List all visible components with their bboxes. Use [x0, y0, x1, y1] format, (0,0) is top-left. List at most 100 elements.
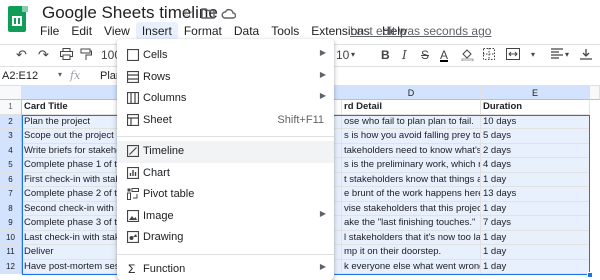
font-size-field[interactable]: 10 — [336, 48, 349, 62]
menu-item-chart[interactable]: Chart — [117, 163, 334, 185]
menu-item-sheet[interactable]: Sheet Shift+F11 — [117, 110, 334, 132]
menu-view[interactable]: View — [98, 22, 136, 40]
row-header[interactable]: 12 — [0, 259, 22, 274]
cloud-status-icon[interactable] — [221, 6, 237, 22]
cell-card-detail[interactable]: mp it on their doorstep. — [342, 245, 481, 260]
row-header[interactable]: 11 — [0, 245, 22, 260]
menu-edit[interactable]: Edit — [65, 22, 98, 40]
paint-format-icon[interactable] — [80, 48, 92, 64]
column-header-next[interactable] — [590, 86, 600, 100]
menu-insert[interactable]: Insert — [135, 22, 178, 40]
cell-duration[interactable]: 7 days — [481, 216, 590, 231]
text-color-button[interactable]: A — [440, 48, 448, 62]
row-header[interactable]: 2 — [0, 114, 22, 129]
row-header[interactable]: 8 — [0, 201, 22, 216]
star-icon[interactable]: ☆ — [181, 5, 194, 22]
merge-chevron-icon[interactable]: ▾ — [531, 50, 535, 59]
row-header[interactable]: 6 — [0, 172, 22, 187]
borders-icon[interactable] — [483, 48, 495, 63]
name-box[interactable]: A2:E12 — [2, 70, 60, 82]
function-sigma-icon: Σ — [128, 261, 136, 276]
row-header[interactable]: 9 — [0, 216, 22, 231]
align-chevron-icon[interactable]: ▾ — [565, 50, 569, 59]
menu-item-columns[interactable]: Columns ▶ — [117, 88, 334, 110]
cell-card-detail[interactable]: l stakeholders that it's now too late to — [342, 230, 481, 245]
bold-button[interactable]: B — [381, 48, 390, 62]
move-folder-icon[interactable] — [201, 6, 215, 22]
cell-card-detail[interactable]: ake the "last finishing touches." — [342, 216, 481, 231]
menu-item-label: Image — [143, 209, 174, 222]
undo-icon[interactable]: ↶ — [16, 47, 27, 63]
menu-item-label: Function — [143, 262, 186, 275]
redo-icon[interactable]: ↷ — [38, 47, 49, 63]
cell-card-detail[interactable]: ose who fail to plan plan to fail. — [342, 114, 481, 129]
cell-duration[interactable]: 1 day — [481, 230, 590, 245]
cell-card-detail[interactable]: s is the preliminary work, which needs — [342, 158, 481, 173]
cell-duration[interactable]: 1 day — [481, 172, 590, 187]
cell-duration[interactable]: 2 days — [481, 143, 590, 158]
cell-card-detail[interactable]: s is how you avoid falling prey to scop — [342, 129, 481, 144]
insert-dropdown-menu: Cells ▶ Rows ▶ Columns ▶ Sheet Shift+F11… — [117, 39, 334, 280]
menu-item-function[interactable]: Σ Function ▶ — [117, 259, 334, 280]
merge-cells-icon[interactable] — [506, 48, 520, 63]
select-all-corner[interactable] — [0, 86, 22, 100]
row-header[interactable]: 1 — [0, 100, 22, 115]
row-header[interactable]: 5 — [0, 158, 22, 173]
align-left-icon[interactable] — [551, 48, 563, 62]
cell-duration[interactable]: 1 day — [481, 245, 590, 260]
name-box-chevron-icon[interactable]: ▾ — [58, 70, 62, 79]
row-header[interactable]: 10 — [0, 230, 22, 245]
insert-columns-icon — [126, 91, 140, 105]
cell-duration[interactable]: 4 days — [481, 158, 590, 173]
submenu-arrow-icon: ▶ — [319, 48, 326, 57]
menu-item-label: Sheet — [143, 113, 172, 126]
image-icon — [126, 209, 140, 222]
menu-item-pivot-table[interactable]: Pivot table — [117, 184, 334, 206]
insert-cells-icon — [126, 48, 140, 62]
insert-sheet-icon — [126, 113, 140, 126]
cell-card-detail[interactable]: k everyone else what went wrong. — [342, 259, 481, 274]
font-size-chevron-icon[interactable]: ▾ — [351, 50, 355, 59]
menu-item-image[interactable]: Image ▶ — [117, 206, 334, 228]
cell-duration[interactable]: 5 days — [481, 129, 590, 144]
italic-button[interactable]: I — [402, 48, 407, 62]
row-header[interactable]: 3 — [0, 129, 22, 144]
submenu-arrow-icon: ▶ — [319, 261, 326, 271]
fill-color-icon[interactable] — [461, 48, 474, 64]
menu-item-label: Pivot table — [143, 188, 195, 200]
column-header-d[interactable]: D — [342, 86, 481, 100]
strikethrough-button[interactable]: S — [421, 48, 429, 62]
cell-card-detail[interactable]: takeholders need to know what's going — [342, 143, 481, 158]
submenu-arrow-icon: ▶ — [319, 69, 326, 79]
header-cell-card-detail[interactable]: rd Detail — [342, 100, 481, 115]
row-header[interactable]: 4 — [0, 143, 22, 158]
menu-item-timeline[interactable]: Timeline — [117, 141, 334, 163]
menu-format[interactable]: Format — [178, 22, 228, 40]
vertical-align-icon[interactable] — [580, 48, 592, 63]
header-cell-duration[interactable]: Duration — [481, 100, 590, 115]
menu-item-label: Chart — [143, 166, 170, 179]
menu-tools[interactable]: Tools — [265, 22, 305, 40]
cell-card-detail[interactable]: e brunt of the work happens here, sec — [342, 187, 481, 202]
menu-item-label: Rows — [143, 70, 171, 83]
cell-duration[interactable]: 1 day — [481, 201, 590, 216]
menu-file[interactable]: File — [34, 22, 65, 40]
column-header-e[interactable]: E — [481, 86, 590, 100]
cell-duration[interactable]: 1 day — [481, 259, 590, 274]
cell-duration[interactable]: 13 days — [481, 187, 590, 202]
cell-duration[interactable]: 10 days — [481, 114, 590, 129]
print-icon[interactable] — [60, 48, 73, 63]
submenu-arrow-icon: ▶ — [319, 208, 326, 218]
last-edit-link[interactable]: Last edit was seconds ago — [350, 24, 491, 38]
cell-card-detail[interactable]: t stakeholders know that things are tr — [342, 172, 481, 187]
menu-item-label: Columns — [143, 92, 187, 104]
menu-item-cells[interactable]: Cells ▶ — [117, 45, 334, 67]
menu-data[interactable]: Data — [228, 22, 265, 40]
menu-item-drawing[interactable]: Drawing — [117, 227, 334, 249]
row-header[interactable]: 7 — [0, 187, 22, 202]
fill-handle[interactable] — [587, 272, 593, 278]
chart-icon — [126, 166, 140, 179]
sheets-logo-icon[interactable] — [6, 6, 28, 36]
cell-card-detail[interactable]: vise stakeholders that this project is a — [342, 201, 481, 216]
menu-item-rows[interactable]: Rows ▶ — [117, 67, 334, 89]
